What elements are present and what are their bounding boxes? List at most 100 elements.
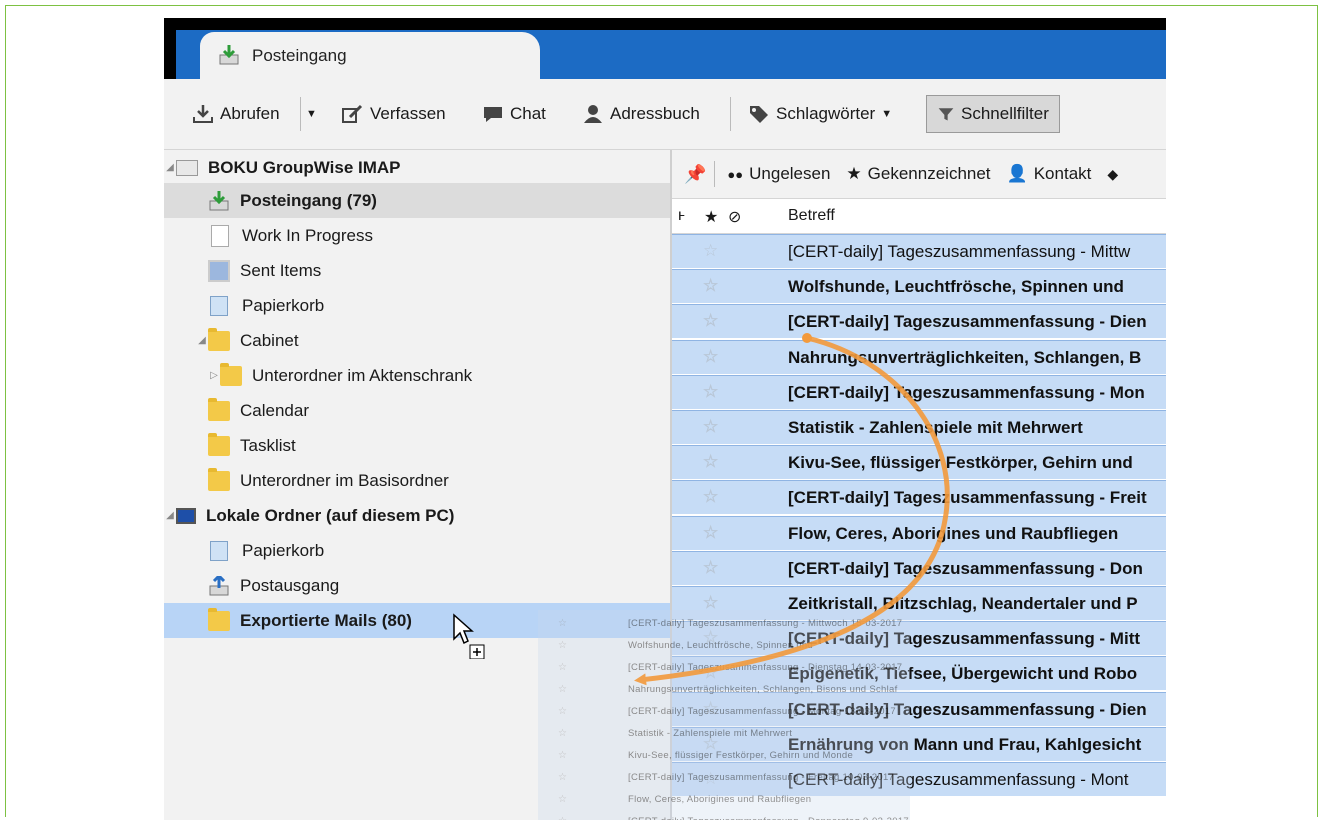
- message-row[interactable]: ☆ Wolfshunde, Leuchtfrösche, Spinnen und: [672, 269, 1166, 304]
- tag-icon[interactable]: ◆: [1107, 166, 1118, 183]
- star-icon: ☆: [558, 706, 567, 717]
- folder-unterordner-basisordner[interactable]: Unterordner im Basisordner: [164, 463, 670, 498]
- inbox-icon: [219, 45, 239, 65]
- subject-column-header[interactable]: Betreff: [788, 207, 835, 225]
- drag-preview-line: [CERT-daily] Tageszusammenfassung - Donn…: [628, 816, 909, 820]
- computer-icon: [176, 507, 196, 524]
- folder-papierkorb[interactable]: Papierkorb: [164, 288, 670, 323]
- message-subject: [CERT-daily] Tageszusammenfassung - Mitt…: [788, 242, 1131, 261]
- folder-label: Calendar: [240, 400, 309, 420]
- message-row[interactable]: ☆ Flow, Ceres, Aborigines und Raubfliegen: [672, 515, 1166, 550]
- message-row[interactable]: ☆ [CERT-daily] Tageszusammenfassung - Mon: [672, 374, 1166, 409]
- filter-unread-label: Ungelesen: [749, 164, 831, 183]
- drag-preview-line: Nahrungsunverträglichkeiten, Schlangen, …: [628, 684, 898, 695]
- drag-preview-line: [CERT-daily] Tageszusammenfassung - Frei…: [628, 772, 895, 783]
- account-boku-groupwise[interactable]: ◢ BOKU GroupWise IMAP: [164, 150, 670, 185]
- star-icon: ★: [846, 164, 862, 183]
- compose-label: Verfassen: [370, 104, 446, 123]
- tags-button[interactable]: Schlagwörter ▼: [748, 98, 892, 130]
- folder-posteingang[interactable]: Posteingang (79): [164, 183, 670, 218]
- folder-label: Exportierte Mails (80): [240, 610, 412, 630]
- folder-tasklist[interactable]: Tasklist: [164, 428, 670, 463]
- outbox-icon: [209, 575, 229, 595]
- star-icon[interactable]: ☆: [703, 417, 718, 437]
- star-icon: ☆: [558, 772, 567, 783]
- folder-postausgang[interactable]: Postausgang: [164, 568, 670, 603]
- tab-bar: Posteingang: [164, 18, 1166, 79]
- star-icon: ☆: [558, 728, 567, 739]
- get-messages-dropdown[interactable]: ▼: [306, 98, 317, 130]
- star-icon[interactable]: ☆: [703, 241, 718, 261]
- expand-arrow-icon: ▷: [210, 370, 218, 381]
- folder-icon: [208, 327, 230, 351]
- filter-contact-button[interactable]: 👤 Kontakt: [1007, 164, 1092, 184]
- message-row[interactable]: ☆ [CERT-daily] Tageszusammenfassung - Mit…: [672, 234, 1166, 268]
- star-icon[interactable]: ☆: [703, 382, 718, 402]
- collapse-arrow-icon: ◢: [198, 335, 206, 346]
- star-icon: ☆: [558, 618, 567, 629]
- collapse-arrow-icon: ◢: [166, 162, 174, 173]
- pencil-icon: [342, 104, 363, 123]
- folder-cabinet[interactable]: ◢ Cabinet: [164, 323, 670, 358]
- mail-account-icon: [176, 159, 198, 176]
- address-book-button[interactable]: Adressbuch: [582, 98, 700, 130]
- star-icon[interactable]: ☆: [703, 558, 718, 578]
- folder-sent-items[interactable]: Sent Items: [164, 253, 670, 288]
- chat-label: Chat: [510, 104, 546, 123]
- folder-label: Unterordner im Aktenschrank: [252, 365, 473, 385]
- folder-lokal-papierkorb[interactable]: Papierkorb: [164, 533, 670, 568]
- folder-work-in-progress[interactable]: Work In Progress: [164, 218, 670, 253]
- sent-icon: [208, 259, 230, 282]
- message-subject: [CERT-daily] Tageszusammenfassung - Dien: [788, 312, 1147, 332]
- filter-unread-button[interactable]: ●● Ungelesen: [727, 164, 830, 184]
- star-column-icon[interactable]: ★: [704, 207, 718, 227]
- message-row[interactable]: ☆ Kivu-See, flüssiger Festkörper, Gehirn …: [672, 445, 1166, 480]
- get-messages-button[interactable]: Abrufen: [192, 98, 280, 130]
- message-row[interactable]: ☆ Nahrungsunverträglichkeiten, Schlangen,…: [672, 339, 1166, 374]
- glasses-icon: ●●: [727, 166, 744, 182]
- message-subject: [CERT-daily] Tageszusammenfassung - Mon: [788, 382, 1145, 402]
- quick-filter-bar: 📌 ●● Ungelesen ★ Gekennzeichnet 👤 Kontak…: [672, 150, 1166, 199]
- tags-label: Schlagwörter: [776, 104, 876, 123]
- star-icon[interactable]: ☆: [703, 523, 718, 543]
- folder-label: Unterordner im Basisordner: [240, 470, 449, 490]
- message-row[interactable]: ☆ [CERT-daily] Tageszusammenfassung - Fre…: [672, 480, 1166, 515]
- quick-filter-button[interactable]: Schnellfilter: [926, 95, 1060, 133]
- star-icon[interactable]: ☆: [703, 347, 718, 367]
- folder-label: BOKU GroupWise IMAP: [208, 157, 401, 177]
- star-icon: ☆: [558, 750, 567, 761]
- star-icon[interactable]: ☆: [703, 487, 718, 507]
- pin-icon[interactable]: 📌: [684, 164, 706, 185]
- tab-posteingang[interactable]: Posteingang: [200, 32, 540, 79]
- chat-icon: [484, 107, 502, 122]
- drag-preview-line: Flow, Ceres, Aborigines und Raubfliegen: [628, 794, 812, 805]
- chat-button[interactable]: Chat: [482, 98, 546, 130]
- folder-label: Work In Progress: [242, 225, 374, 245]
- folder-icon: [208, 432, 230, 456]
- compose-button[interactable]: Verfassen: [342, 98, 446, 130]
- drag-preview-line: [CERT-daily] Tageszusammenfassung - Mitt…: [628, 618, 903, 629]
- folder-calendar[interactable]: Calendar: [164, 393, 670, 428]
- tab-label: Posteingang: [252, 46, 347, 65]
- get-messages-label: Abrufen: [220, 104, 280, 123]
- star-icon[interactable]: ☆: [703, 311, 718, 331]
- inbox-icon: [209, 190, 229, 210]
- folder-label: Papierkorb: [242, 540, 325, 560]
- trash-icon: [210, 540, 228, 561]
- filter-starred-button[interactable]: ★ Gekennzeichnet: [846, 164, 990, 184]
- thread-column-icon[interactable]: ⱶ: [678, 207, 685, 225]
- attachment-column-icon[interactable]: ⊘: [728, 207, 741, 227]
- message-row[interactable]: ☆ [CERT-daily] Tageszusammenfassung - Don: [672, 550, 1166, 585]
- message-subject: Flow, Ceres, Aborigines und Raubfliegen: [788, 523, 1119, 543]
- message-row[interactable]: ☆ Statistik - Zahlenspiele mit Mehrwert: [672, 410, 1166, 444]
- message-subject: [CERT-daily] Tageszusammenfassung - Don: [788, 558, 1143, 578]
- star-icon[interactable]: ☆: [703, 276, 718, 296]
- main-toolbar: Abrufen ▼ Verfassen Chat Adressbuch Schl…: [164, 79, 1166, 150]
- message-row[interactable]: ☆ [CERT-daily] Tageszusammenfassung - Die…: [672, 304, 1166, 339]
- toolbar-divider: [730, 97, 731, 131]
- filter-icon: [938, 108, 954, 121]
- drag-preview-line: Wolfshunde, Leuchtfrösche, Spinnen und: [628, 640, 813, 651]
- folder-unterordner-aktenschrank[interactable]: ▷ Unterordner im Aktenschrank: [164, 358, 670, 393]
- star-icon[interactable]: ☆: [703, 452, 718, 472]
- account-lokale-ordner[interactable]: ◢ Lokale Ordner (auf diesem PC): [164, 498, 670, 533]
